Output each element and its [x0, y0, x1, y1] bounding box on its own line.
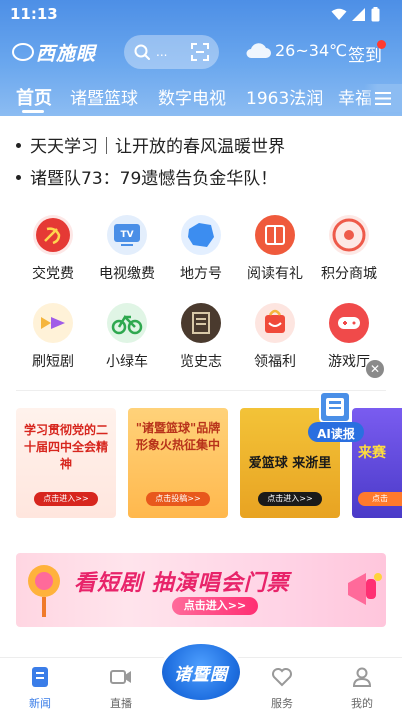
cloud-icon — [246, 43, 271, 58]
signal-icon — [352, 8, 365, 21]
bike-icon — [107, 303, 147, 343]
service-green-bike[interactable]: 小绿车 — [87, 303, 167, 371]
gift-icon — [255, 303, 295, 343]
status-bar: 11:13 — [0, 0, 402, 30]
service-points-mall[interactable]: 积分商城 — [309, 215, 389, 283]
promo-title: 看短剧 抽演唱会门票 — [74, 571, 290, 596]
weather-widget[interactable]: 26~34℃ — [244, 40, 347, 60]
weather-temp: 26~34℃ — [275, 40, 348, 60]
service-label: 地方号 — [180, 266, 222, 282]
history-icon — [181, 303, 221, 343]
banner-title: 爱篮球 来浙里 — [248, 456, 332, 471]
banner-button: 点击进入>> — [34, 492, 98, 506]
service-local-accounts[interactable]: 地方号 — [161, 215, 241, 283]
channel-menu-icon[interactable] — [364, 84, 402, 112]
nav-label: 我的 — [351, 697, 373, 710]
nav-label: 新闻 — [29, 697, 51, 710]
news-icon — [32, 667, 48, 687]
close-icon[interactable]: ✕ — [366, 360, 384, 378]
profile-icon — [352, 667, 372, 687]
banner-card-study[interactable]: 学习贯彻党的二十届四中全会精神 点击进入>> — [16, 408, 116, 518]
tab-1963-law[interactable]: 1963法润 — [246, 84, 323, 109]
banner-title: "诸暨篮球"品牌形象火热征集中 — [135, 421, 221, 452]
service-history-records[interactable]: 览史志 — [161, 303, 241, 371]
banner-title: 学习贯彻党的二十届四中全会精神 — [24, 423, 109, 471]
active-tab-indicator — [22, 110, 44, 113]
nav-services[interactable]: 服务 — [252, 666, 312, 711]
notification-dot — [377, 40, 386, 49]
service-label: 电视缴费 — [99, 266, 155, 282]
banner-button: 点击 — [358, 492, 402, 506]
map-icon — [181, 215, 221, 255]
book-icon — [255, 215, 295, 255]
nav-live[interactable]: 直播 — [91, 666, 151, 711]
points-icon — [329, 215, 369, 255]
service-label: 刷短剧 — [32, 354, 74, 370]
nav-news[interactable]: 新闻 — [10, 666, 70, 711]
channel-tabs: 首页 诸暨篮球 数字电视 1963法润 幸福 — [0, 84, 402, 112]
service-claim-benefits[interactable]: 领福利 — [235, 303, 315, 371]
logo-text: 西施眼 — [36, 42, 97, 65]
service-label: 小绿车 — [106, 354, 148, 370]
nav-profile[interactable]: 我的 — [332, 666, 392, 711]
app-header: 11:13 西施眼 ... 26~34℃ 签到 首页 诸暨篮球 数字电视 196… — [0, 0, 402, 116]
service-label: 领福利 — [254, 354, 296, 370]
party-icon — [33, 215, 73, 255]
headline-item[interactable]: 诸暨队73：79遗憾告负金华队！ — [16, 164, 277, 189]
live-icon — [110, 670, 131, 684]
headline-item[interactable]: 天天学习｜让开放的春风温暖世界 — [16, 132, 285, 157]
promo-banner[interactable]: 看短剧 抽演唱会门票 点击进入>> — [16, 553, 386, 627]
ai-read-newspaper-badge[interactable]: AI读报 — [306, 390, 366, 446]
heart-icon — [272, 668, 292, 687]
service-label: 积分商城 — [321, 266, 377, 282]
wifi-icon — [331, 8, 347, 20]
short-drama-icon — [33, 303, 73, 343]
service-label: 交党费 — [32, 266, 74, 282]
service-tv-payment[interactable]: TV 电视缴费 — [87, 215, 167, 283]
service-pay-party-fee[interactable]: 交党费 — [13, 215, 93, 283]
banner-button: 点击进入>> — [258, 492, 322, 506]
service-short-drama[interactable]: 刷短剧 — [13, 303, 93, 371]
service-read-rewards[interactable]: 阅读有礼 — [235, 215, 315, 283]
nav-label: 服务 — [271, 697, 293, 710]
tv-icon: TV — [107, 215, 147, 255]
ai-badge-label: AI读报 — [317, 427, 355, 441]
svg-text:TV: TV — [120, 230, 133, 240]
tab-digital-tv[interactable]: 数字电视 — [158, 84, 226, 109]
battery-icon — [371, 7, 380, 22]
zhuji-circle-button[interactable]: 诸暨圈 — [162, 644, 240, 700]
tab-home[interactable]: 首页 — [16, 84, 52, 110]
ticket-icon — [28, 565, 60, 617]
banner-button: 点击投稿>> — [146, 492, 210, 506]
app-logo[interactable]: 西施眼 — [12, 38, 96, 66]
scan-icon[interactable] — [191, 43, 209, 61]
search-bar[interactable]: ... — [124, 35, 219, 69]
search-placeholder: ... — [156, 45, 168, 59]
promo-button[interactable]: 点击进入>> — [172, 597, 258, 615]
status-icons — [331, 7, 380, 22]
tab-zhuji-basketball[interactable]: 诸暨篮球 — [70, 84, 138, 109]
gamepad-icon — [329, 303, 369, 343]
status-time: 11:13 — [10, 5, 58, 23]
banner-card-basketball-logo[interactable]: "诸暨篮球"品牌形象火热征集中 点击投稿>> — [128, 408, 228, 518]
logo-mark-icon — [12, 43, 34, 61]
nav-label: 直播 — [110, 697, 132, 710]
service-label: 览史志 — [180, 354, 222, 370]
hamburger-icon — [375, 91, 391, 105]
megaphone-icon — [348, 573, 382, 605]
service-label: 阅读有礼 — [247, 266, 303, 282]
search-icon — [134, 44, 150, 60]
center-badge-label: 诸暨圈 — [174, 664, 228, 685]
